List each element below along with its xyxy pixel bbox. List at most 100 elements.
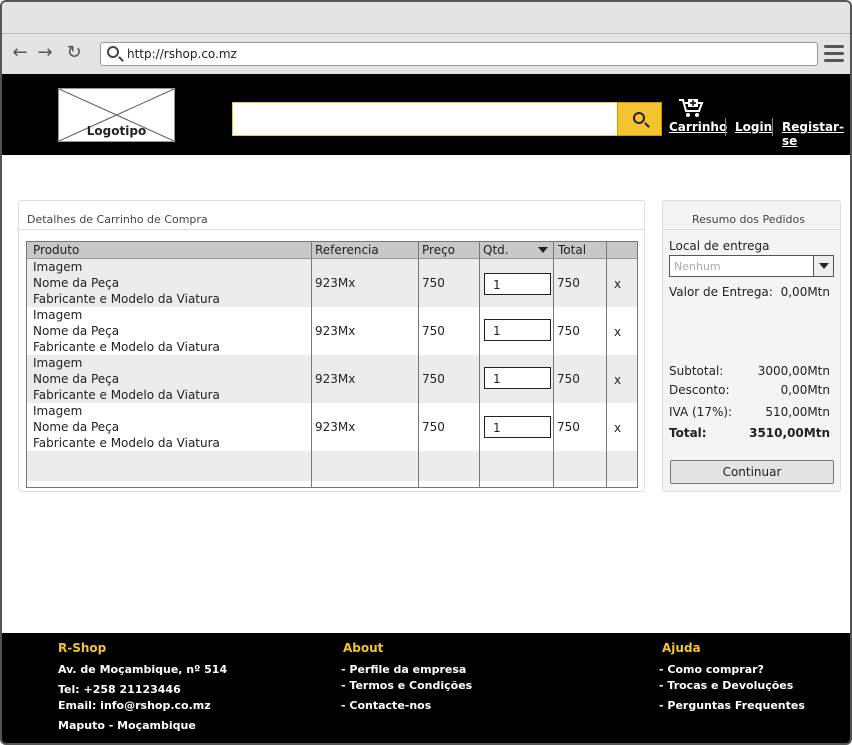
product-price: 750 bbox=[422, 276, 445, 290]
subtotal-value: 3000,00Mtn bbox=[757, 364, 830, 378]
table-header: Produto Referencia Preço Qtd. Total bbox=[27, 242, 637, 259]
browser-titlebar bbox=[2, 2, 850, 34]
remove-item-button[interactable]: x bbox=[614, 276, 621, 292]
vat-label: IVA (17%): bbox=[669, 405, 733, 419]
chevron-down-icon[interactable] bbox=[813, 256, 833, 276]
column-divider bbox=[311, 242, 312, 487]
product-name: Nome da Peça bbox=[33, 420, 120, 434]
product-name: Nome da Peça bbox=[33, 276, 120, 290]
table-row: Imagem Nome da Peça Fabricante e Modelo … bbox=[27, 355, 637, 403]
quantity-input[interactable]: 1 bbox=[484, 367, 551, 389]
product-price: 750 bbox=[422, 324, 445, 338]
product-total: 750 bbox=[557, 324, 580, 338]
remove-item-button[interactable]: x bbox=[614, 372, 621, 388]
footer-help-title: Ajuda bbox=[662, 641, 701, 655]
discount-label: Desconto: bbox=[669, 383, 730, 397]
search-icon bbox=[107, 46, 119, 58]
url-bar[interactable]: http://rshop.co.mz bbox=[100, 42, 818, 66]
delivery-value: 0,00Mtn bbox=[780, 285, 830, 299]
search-button[interactable] bbox=[617, 102, 662, 136]
url-text: http://rshop.co.mz bbox=[127, 47, 237, 61]
login-link[interactable]: Login bbox=[735, 120, 772, 134]
product-reference: 923Mx bbox=[315, 372, 356, 386]
header-divider bbox=[772, 118, 773, 136]
delivery-location-label: Local de entrega bbox=[669, 239, 770, 253]
table-row: Imagem Nome da Peça Fabricante e Modelo … bbox=[27, 259, 637, 307]
quantity-input[interactable]: 1 bbox=[484, 273, 551, 295]
back-arrow-icon[interactable]: ← bbox=[10, 42, 30, 64]
product-image-label: Imagem bbox=[33, 308, 83, 322]
product-total: 750 bbox=[557, 420, 580, 434]
summary-title: Resumo dos Pedidos bbox=[692, 213, 805, 226]
product-image-label: Imagem bbox=[33, 260, 83, 274]
column-header-product: Produto bbox=[33, 243, 80, 257]
delivery-location-select[interactable]: Nenhum bbox=[669, 255, 834, 277]
quantity-input[interactable]: 1 bbox=[484, 319, 551, 341]
register-link[interactable]: Registar-se bbox=[782, 120, 850, 148]
column-header-qty[interactable]: Qtd. bbox=[483, 243, 509, 257]
logo[interactable]: Logotipo bbox=[58, 88, 175, 142]
search-icon bbox=[633, 112, 645, 124]
product-image-label: Imagem bbox=[33, 356, 83, 370]
menu-icon[interactable] bbox=[824, 45, 844, 63]
remove-item-button[interactable]: x bbox=[614, 324, 621, 340]
subtotal-label: Subtotal: bbox=[669, 364, 724, 378]
footer-link-how-to-buy[interactable]: - Como comprar? bbox=[659, 663, 764, 676]
table-row-empty bbox=[27, 451, 637, 481]
logo-text: Logotipo bbox=[86, 124, 147, 138]
table-row: Imagem Nome da Peça Fabricante e Modelo … bbox=[27, 403, 637, 451]
product-vehicle: Fabricante e Modelo da Viatura bbox=[33, 340, 220, 354]
footer-rshop-title: R-Shop bbox=[58, 641, 107, 655]
footer-link-company-profile[interactable]: - Perfile da empresa bbox=[341, 663, 466, 676]
column-divider bbox=[553, 242, 554, 487]
search-input[interactable] bbox=[232, 102, 618, 136]
total-label: Total: bbox=[669, 426, 707, 440]
browser-navbar: ← → ↻ http://rshop.co.mz bbox=[2, 34, 850, 74]
product-price: 750 bbox=[422, 372, 445, 386]
delivery-location-placeholder: Nenhum bbox=[674, 260, 721, 273]
product-vehicle: Fabricante e Modelo da Viatura bbox=[33, 388, 220, 402]
sort-arrow-icon[interactable] bbox=[538, 247, 548, 253]
product-reference: 923Mx bbox=[315, 276, 356, 290]
footer-address: Av. de Moçambique, nº 514 bbox=[58, 663, 228, 676]
cart-icon[interactable] bbox=[678, 98, 704, 118]
browser-window: ← → ↻ http://rshop.co.mz Logotipo Carrin… bbox=[0, 0, 852, 745]
quantity-input[interactable]: 1 bbox=[484, 416, 551, 438]
footer-link-faq[interactable]: - Perguntas Frequentes bbox=[659, 699, 805, 712]
footer-phone: Tel: +258 21123446 bbox=[58, 683, 181, 696]
footer-email[interactable]: Email: info@rshop.co.mz bbox=[58, 699, 211, 712]
column-divider bbox=[479, 242, 480, 487]
product-total: 750 bbox=[557, 372, 580, 386]
product-reference: 923Mx bbox=[315, 324, 356, 338]
column-divider bbox=[418, 242, 419, 487]
vat-value: 510,00Mtn bbox=[765, 405, 830, 419]
footer-city: Maputo - Moçambique bbox=[58, 719, 196, 732]
site-header: Logotipo Carrinho Login Registar-se bbox=[2, 74, 850, 155]
product-name: Nome da Peça bbox=[33, 324, 120, 338]
column-header-reference: Referencia bbox=[315, 243, 379, 257]
table-row: Imagem Nome da Peça Fabricante e Modelo … bbox=[27, 307, 637, 355]
footer-about-title: About bbox=[343, 641, 384, 655]
discount-value: 0,00Mtn bbox=[780, 383, 830, 397]
product-vehicle: Fabricante e Modelo da Viatura bbox=[33, 436, 220, 450]
cart-link[interactable]: Carrinho bbox=[669, 120, 727, 134]
forward-arrow-icon[interactable]: → bbox=[35, 42, 55, 64]
cart-title: Detalhes de Carrinho de Compra bbox=[27, 213, 208, 226]
total-value: 3510,00Mtn bbox=[749, 426, 830, 440]
reload-icon[interactable]: ↻ bbox=[64, 42, 84, 64]
product-vehicle: Fabricante e Modelo da Viatura bbox=[33, 292, 220, 306]
footer-link-returns[interactable]: - Trocas e Devoluções bbox=[659, 679, 793, 692]
column-divider bbox=[606, 242, 607, 487]
header-divider bbox=[725, 118, 726, 136]
divider bbox=[19, 229, 644, 230]
divider bbox=[663, 229, 840, 230]
remove-item-button[interactable]: x bbox=[614, 420, 621, 436]
column-header-price: Preço bbox=[422, 243, 456, 257]
footer-link-contact[interactable]: - Contacte-nos bbox=[341, 699, 431, 712]
product-name: Nome da Peça bbox=[33, 372, 120, 386]
site-footer: R-Shop Av. de Moçambique, nº 514 Tel: +2… bbox=[2, 633, 850, 743]
cart-table: Produto Referencia Preço Qtd. Total Imag… bbox=[26, 241, 638, 488]
footer-link-terms[interactable]: - Termos e Condições bbox=[341, 679, 472, 692]
product-total: 750 bbox=[557, 276, 580, 290]
continue-button[interactable]: Continuar bbox=[670, 460, 834, 484]
